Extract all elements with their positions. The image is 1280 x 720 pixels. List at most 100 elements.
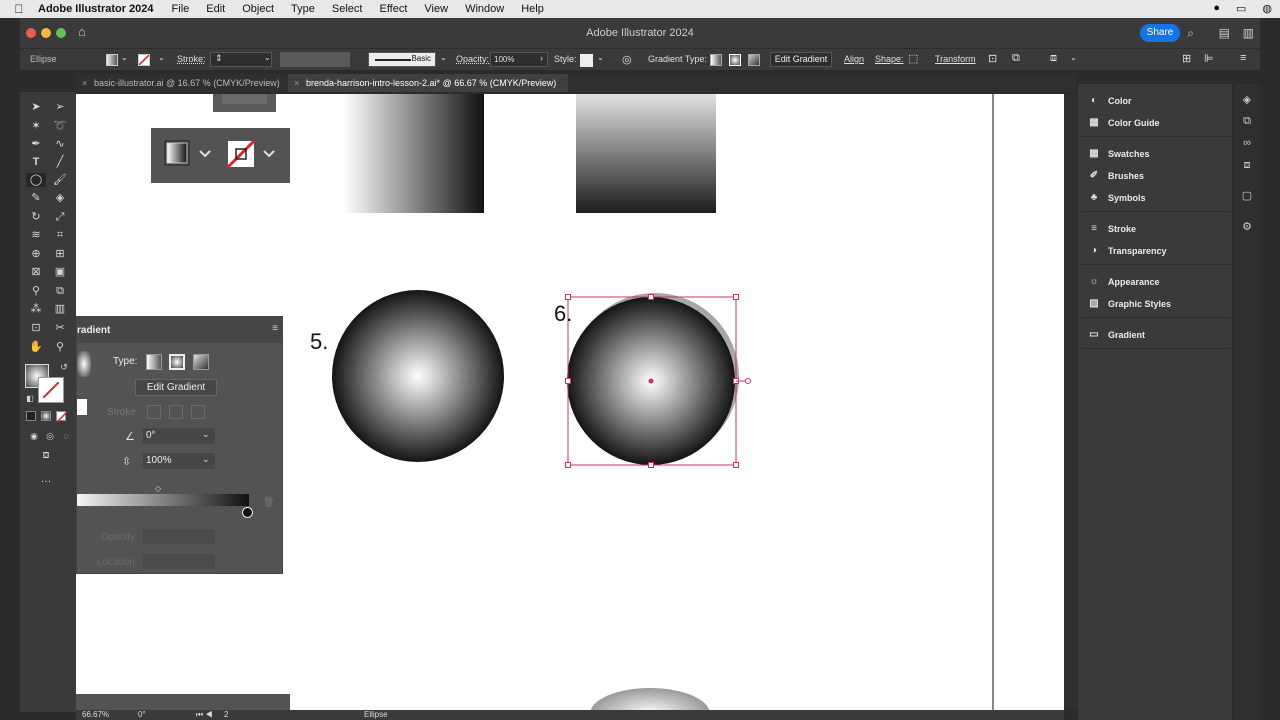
stroke-preview-swatch[interactable] <box>77 399 87 415</box>
selection-tool-icon[interactable]: ➤ <box>28 100 44 114</box>
fill-swatch[interactable] <box>106 54 118 66</box>
zoom-tool-icon[interactable]: ⚲ <box>52 340 68 354</box>
workspace-icon[interactable]: ▤ <box>1219 26 1230 40</box>
app-menu[interactable]: Adobe Illustrator 2024 <box>38 3 154 15</box>
radial-gradient-circle-5[interactable] <box>332 290 504 462</box>
share-button[interactable]: Share <box>1140 24 1180 42</box>
warp-tool-icon[interactable]: ≋ <box>28 228 44 242</box>
search-icon[interactable]: ⌕ <box>1187 26 1194 41</box>
direct-selection-tool-icon[interactable]: ➢ <box>52 100 68 114</box>
resize-handle[interactable] <box>648 462 654 468</box>
menu-window[interactable]: Window <box>465 3 504 15</box>
artboard-nav-icon[interactable]: ⏮ ◀ <box>196 710 213 720</box>
recolor-icon[interactable]: ◎ <box>622 53 632 66</box>
shape-builder-tool-icon[interactable]: ⊕ <box>28 247 44 261</box>
display-icon[interactable]: ▭ <box>1236 2 1246 15</box>
opacity-input[interactable] <box>143 529 215 544</box>
menu-help[interactable]: Help <box>521 3 544 15</box>
slice-tool-icon[interactable]: ✂ <box>52 321 68 335</box>
stroke-option-3[interactable] <box>191 405 205 419</box>
free-transform-tool-icon[interactable]: ⌗ <box>52 228 68 242</box>
panel-item-swatches[interactable]: ▦ Swatches <box>1088 149 1149 160</box>
resize-handle[interactable] <box>565 294 571 300</box>
layers-icon[interactable]: ◈ <box>1241 94 1253 106</box>
tab-brenda-harrison[interactable]: × brenda-harrison-intro-lesson-2.ai* @ 6… <box>288 74 568 92</box>
panel-item-symbols[interactable]: ♣ Symbols <box>1088 193 1146 204</box>
perspective-grid-tool-icon[interactable]: ⊠ <box>28 265 44 279</box>
scale-tool-icon[interactable]: ⤢ <box>52 210 68 224</box>
default-fill-stroke-icon[interactable]: ◧ <box>22 392 38 406</box>
gradient-preview-swatch[interactable] <box>77 351 91 377</box>
symbol-sprayer-tool-icon[interactable]: ⁂ <box>28 302 44 316</box>
vertical-gradient-rectangle[interactable] <box>576 94 716 213</box>
delete-stop-icon[interactable]: 🗑 <box>263 497 274 508</box>
zoom-level[interactable]: 66.67% <box>82 710 109 719</box>
controlbar-menu-icon[interactable]: ≡ <box>1240 52 1246 64</box>
gradient-panel-header[interactable]: radient ≡ <box>77 317 282 343</box>
opacity-arrow-icon[interactable]: › <box>540 53 543 63</box>
draw-normal-icon[interactable]: ◉ <box>26 429 42 443</box>
stroke-option-1[interactable] <box>147 405 161 419</box>
transform-button[interactable]: Transform <box>935 54 976 64</box>
brush-dropdown-icon[interactable]: ⌄ <box>440 53 447 62</box>
pen-tool-icon[interactable]: ✒ <box>28 137 44 151</box>
resize-handle[interactable] <box>565 462 571 468</box>
variable-width-profile[interactable] <box>280 52 350 67</box>
linear-gradient-rectangle[interactable] <box>344 94 484 213</box>
lasso-tool-icon[interactable]: ➰ <box>52 119 68 133</box>
record-icon[interactable]: ● <box>1213 2 1220 15</box>
paintbrush-tool-icon[interactable]: 🖌 <box>52 173 68 187</box>
panel-item-color-guide[interactable]: ▦ Color Guide <box>1088 118 1159 129</box>
column-graph-tool-icon[interactable]: ▥ <box>52 302 68 316</box>
panel-item-brushes[interactable]: ✐ Brushes <box>1088 171 1144 182</box>
line-segment-tool-icon[interactable]: ╱ <box>52 155 68 169</box>
menu-select[interactable]: Select <box>332 3 363 15</box>
linear-gradient-icon[interactable] <box>710 54 722 66</box>
vertical-scrollbar[interactable] <box>1064 94 1078 710</box>
magic-wand-tool-icon[interactable]: ✶ <box>28 119 44 133</box>
ellipse-tool-icon[interactable]: ◯ <box>26 173 46 187</box>
aspect-dropdown-icon[interactable]: ⌄ <box>202 454 210 465</box>
stroke-weight-dropdown-icon[interactable]: ⌄ <box>264 53 271 62</box>
panel-item-graphic-styles[interactable]: ▨ Graphic Styles <box>1088 299 1171 310</box>
radial-gradient-icon[interactable] <box>729 54 741 66</box>
menu-view[interactable]: View <box>424 3 448 15</box>
menu-edit[interactable]: Edit <box>206 3 225 15</box>
panel-item-gradient[interactable]: ▭ Gradient <box>1088 330 1145 341</box>
angle-dropdown-icon[interactable]: ⌄ <box>202 429 210 440</box>
resize-handle[interactable] <box>565 378 571 384</box>
freeform-type-button[interactable] <box>193 354 209 370</box>
location-input[interactable] <box>143 554 215 569</box>
links-icon[interactable]: ∞ <box>1241 137 1253 149</box>
panel-layout-icon[interactable]: ⊞ <box>1182 52 1191 65</box>
align-panel-icon[interactable]: ⊫ <box>1204 52 1214 65</box>
stroke-option-2[interactable] <box>169 405 183 419</box>
resize-handle[interactable] <box>648 294 654 300</box>
libraries-icon[interactable]: ▢ <box>1241 190 1253 202</box>
gradient-tool-icon[interactable]: ▣ <box>52 265 68 279</box>
shape-label[interactable]: Shape: <box>875 54 904 64</box>
draw-inside-icon[interactable]: ◌ <box>58 429 74 443</box>
opacity-label[interactable]: Opacity: <box>456 54 489 64</box>
rotate-tool-icon[interactable]: ↻ <box>28 210 44 224</box>
more-options-icon[interactable]: ⧈ <box>1050 52 1057 65</box>
curvature-tool-icon[interactable]: ∿ <box>52 137 68 151</box>
isolate-icon[interactable]: ⊡ <box>988 52 997 65</box>
menu-file[interactable]: File <box>172 3 190 15</box>
screen-mode-icon[interactable]: ⧈ <box>38 448 54 462</box>
stroke-indicator[interactable] <box>38 377 64 403</box>
arrange-objects-icon[interactable]: ⧉ <box>1012 52 1020 65</box>
stroke-dropdown-icon[interactable]: ⌄ <box>158 53 165 62</box>
menu-effect[interactable]: Effect <box>379 3 407 15</box>
none-mode-icon[interactable] <box>56 411 67 422</box>
style-dropdown-icon[interactable]: ⌄ <box>597 53 604 62</box>
color-stop[interactable] <box>242 507 253 518</box>
edit-gradient-button[interactable]: Edit Gradient <box>135 379 217 396</box>
blend-tool-icon[interactable]: ⧉ <box>52 284 68 298</box>
tab-basic-illustrator[interactable]: × basic-illustrator.ai @ 16.67 % (CMYK/P… <box>76 74 282 92</box>
rotation-value[interactable]: 0° <box>138 710 146 719</box>
arrange-icon[interactable]: ▥ <box>1243 26 1254 40</box>
panel-item-appearance[interactable]: ☼ Appearance <box>1088 277 1159 288</box>
panel-item-stroke[interactable]: ≡ Stroke <box>1088 224 1136 235</box>
asset-export-icon[interactable]: ⧈ <box>1241 159 1253 171</box>
